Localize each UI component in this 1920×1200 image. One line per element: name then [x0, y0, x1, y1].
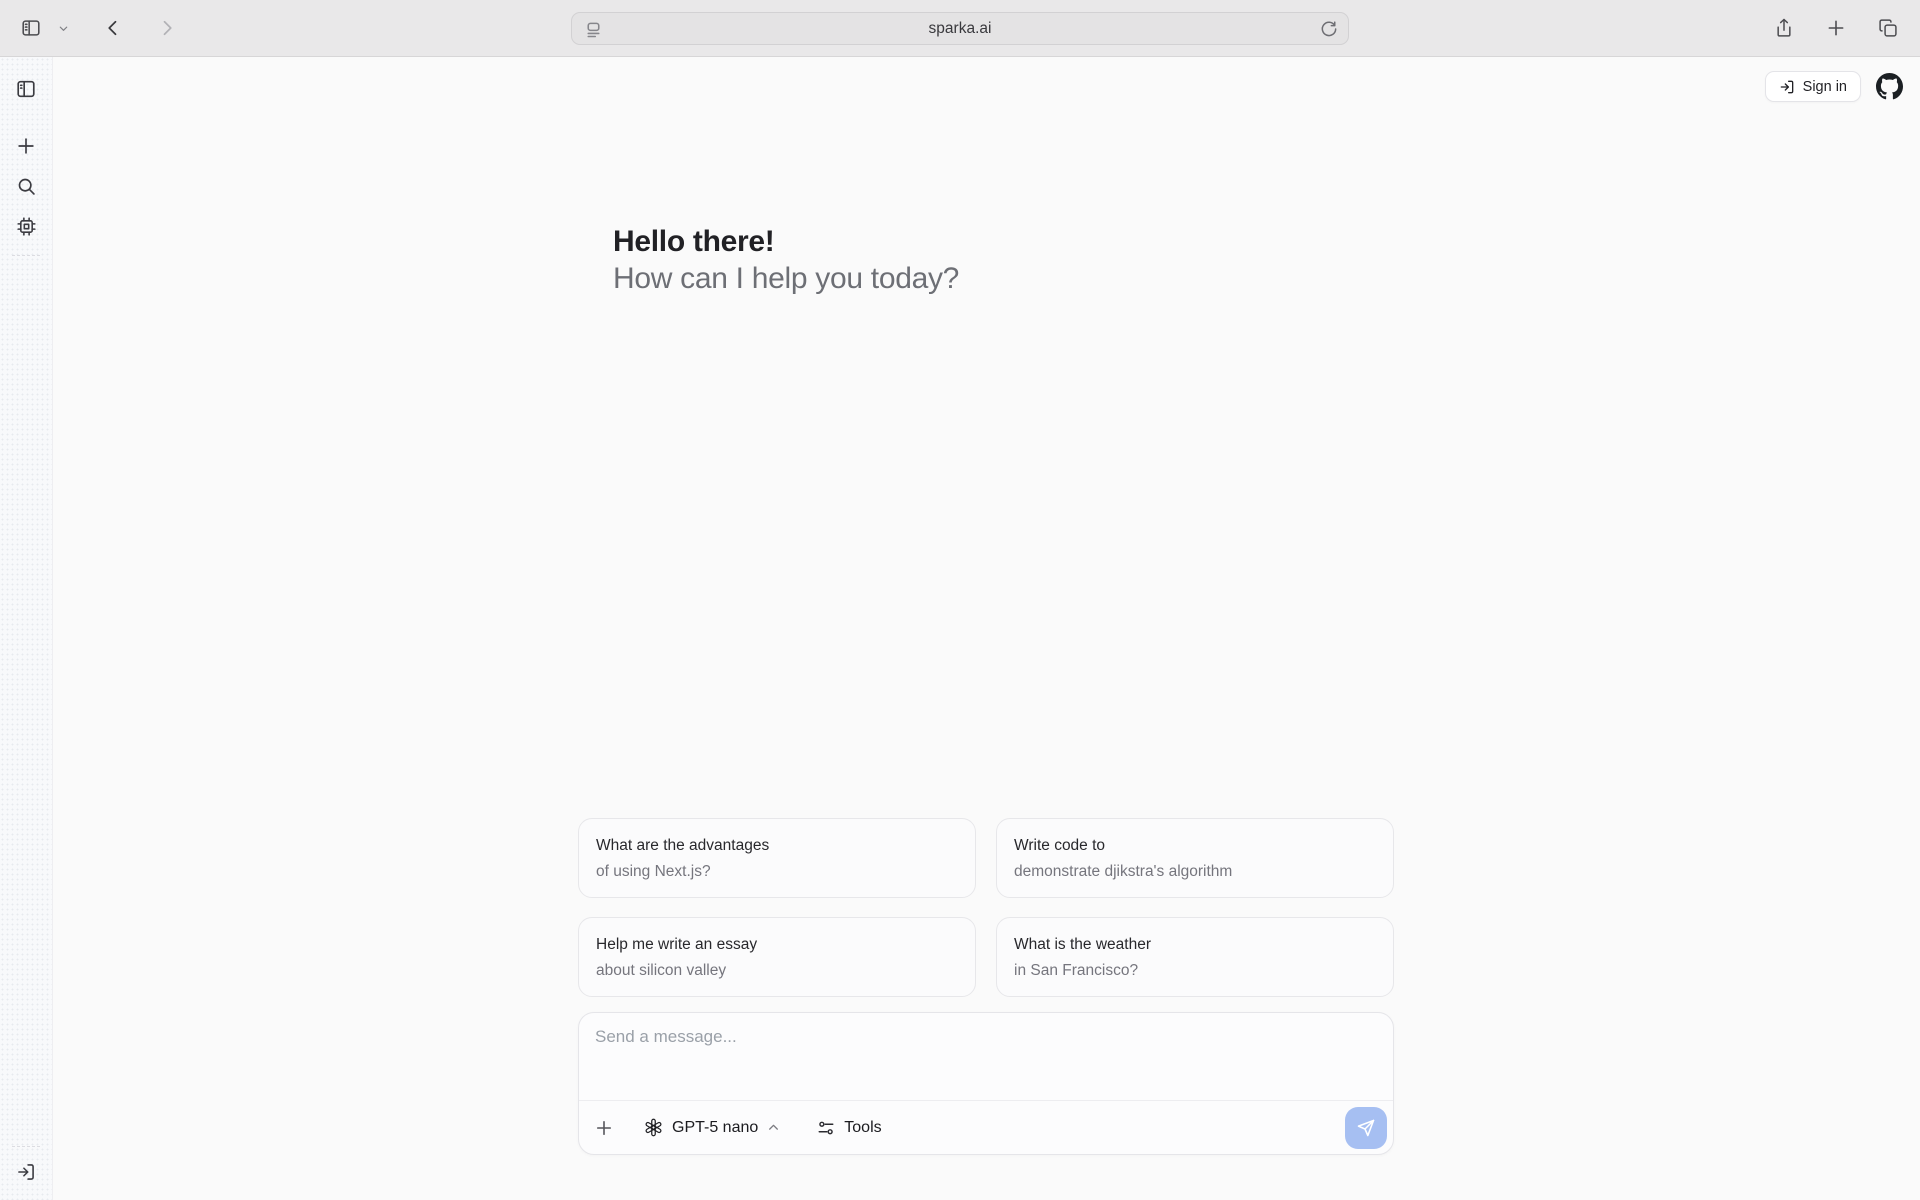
sidebar-new-chat-button[interactable]	[11, 131, 41, 161]
log-in-icon	[16, 1162, 36, 1182]
suggestion-card-nextjs[interactable]: What are the advantages of using Next.js…	[578, 818, 976, 898]
sign-in-button[interactable]: Sign in	[1765, 71, 1861, 102]
sidebar-panel-toggle-button[interactable]	[11, 74, 41, 104]
share-icon	[1774, 18, 1794, 38]
browser-back-button[interactable]	[99, 14, 127, 42]
suggestion-card-weather[interactable]: What is the weather in San Francisco?	[996, 917, 1394, 997]
sign-in-label: Sign in	[1803, 79, 1847, 95]
browser-sidebar-toggle-button[interactable]	[16, 13, 46, 43]
browser-sidebar-menu-button[interactable]	[54, 19, 73, 38]
send-button[interactable]	[1345, 1107, 1387, 1149]
suggestion-title: Help me write an essay	[596, 935, 958, 954]
tools-button[interactable]: Tools	[809, 1113, 889, 1143]
suggestion-subtitle: of using Next.js?	[596, 862, 958, 881]
suggestion-title: What is the weather	[1014, 935, 1376, 954]
page-settings-icon[interactable]	[583, 19, 604, 40]
message-input[interactable]	[579, 1013, 1393, 1100]
github-link[interactable]	[1876, 73, 1903, 100]
app-sidebar	[0, 57, 53, 1200]
plus-icon	[594, 1118, 614, 1138]
sliders-icon	[817, 1119, 835, 1137]
sidebar-search-button[interactable]	[11, 171, 41, 201]
panel-left-icon	[15, 78, 37, 100]
sidebar-sign-in-button[interactable]	[11, 1157, 41, 1187]
reload-icon[interactable]	[1319, 19, 1339, 39]
tab-overview-button[interactable]	[1874, 14, 1902, 42]
message-composer: GPT-5 nano	[578, 1012, 1394, 1155]
greeting-title: Hello there!	[613, 223, 959, 260]
suggestion-subtitle: demonstrate djikstra's algorithm	[1014, 862, 1376, 881]
chevron-up-icon	[767, 1121, 780, 1134]
model-selector-button[interactable]: GPT-5 nano	[636, 1112, 788, 1143]
chat-main: Sign in Hello there! How can I help you …	[53, 57, 1920, 1200]
model-selector-label: GPT-5 nano	[672, 1119, 758, 1137]
plus-icon	[15, 135, 37, 157]
suggestion-title: Write code to	[1014, 836, 1376, 855]
plus-icon	[1826, 18, 1846, 38]
cpu-chip-icon	[16, 216, 37, 237]
browser-toolbar: sparka.ai	[0, 0, 1920, 57]
suggestion-card-essay[interactable]: Help me write an essay about silicon val…	[578, 917, 976, 997]
sidebar-toggle-icon	[20, 17, 42, 39]
send-icon	[1356, 1118, 1376, 1138]
composer-toolbar: GPT-5 nano	[579, 1100, 1393, 1154]
sidebar-divider	[12, 255, 40, 256]
share-button[interactable]	[1770, 14, 1798, 42]
search-icon	[16, 176, 37, 197]
suggestion-card-dijkstra[interactable]: Write code to demonstrate djikstra's alg…	[996, 818, 1394, 898]
tools-label: Tools	[844, 1119, 881, 1137]
sidebar-models-button[interactable]	[11, 211, 41, 241]
openai-logo-icon	[644, 1118, 663, 1137]
chevron-down-icon	[58, 23, 69, 34]
suggestion-subtitle: in San Francisco?	[1014, 961, 1376, 980]
suggestion-title: What are the advantages	[596, 836, 958, 855]
address-bar-url: sparka.ai	[929, 20, 992, 38]
attach-button[interactable]	[587, 1111, 621, 1145]
address-bar[interactable]: sparka.ai	[571, 12, 1349, 45]
greeting: Hello there! How can I help you today?	[613, 223, 959, 297]
chevron-right-icon	[157, 18, 177, 38]
browser-forward-button[interactable]	[153, 14, 181, 42]
tabs-overview-icon	[1878, 18, 1898, 38]
new-tab-button[interactable]	[1822, 14, 1850, 42]
suggestion-grid: What are the advantages of using Next.js…	[578, 818, 1394, 997]
chevron-left-icon	[103, 18, 123, 38]
github-icon	[1876, 73, 1903, 100]
greeting-subtitle: How can I help you today?	[613, 260, 959, 297]
sidebar-divider	[12, 1146, 40, 1147]
suggestion-subtitle: about silicon valley	[596, 961, 958, 980]
log-in-icon	[1779, 79, 1795, 95]
